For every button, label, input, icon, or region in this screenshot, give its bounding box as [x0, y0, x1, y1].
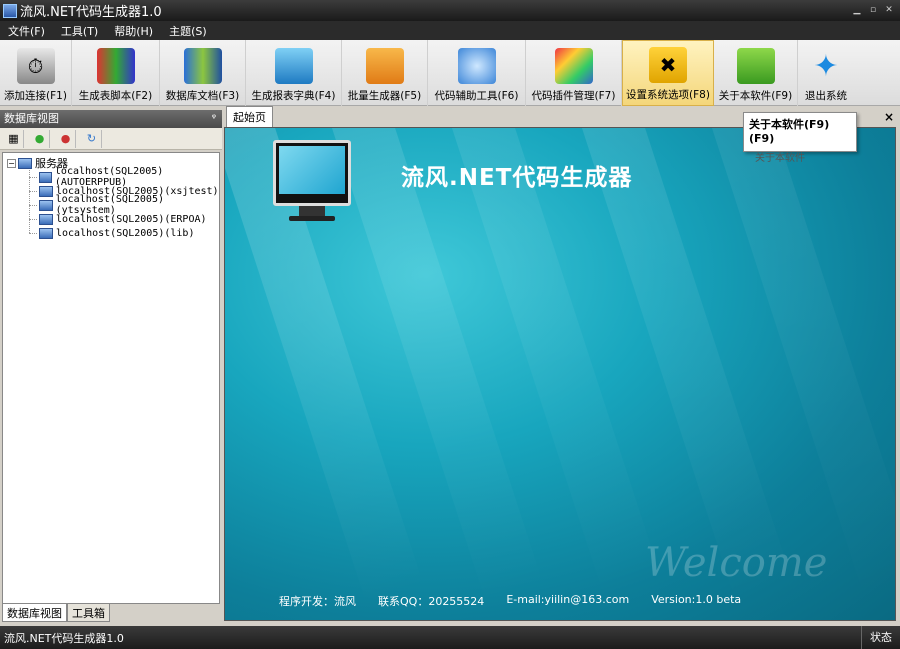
- pin-icon[interactable]: ᵠ: [212, 110, 216, 128]
- books-icon: [183, 48, 222, 84]
- tab-start-page[interactable]: 起始页: [226, 106, 273, 127]
- toolbar-label: 退出系统: [805, 90, 847, 102]
- status-label: 状态: [861, 626, 900, 649]
- left-panel-tabs: 数据库视图 工具箱: [2, 604, 110, 622]
- status-text: 流风.NET代码生成器1.0: [4, 631, 124, 645]
- about-icon: [736, 48, 775, 84]
- system-options-button[interactable]: ✖ 设置系统选项(F8): [622, 40, 714, 106]
- toolbar-label: 数据库文档(F3): [165, 90, 240, 102]
- plugin-manager-button[interactable]: 代码插件管理(F7): [526, 40, 622, 106]
- tree-node-label: localhost(SQL2005)(ERPOA): [56, 213, 207, 225]
- batch-icon: [365, 48, 404, 84]
- remove-icon[interactable]: ●: [56, 129, 76, 148]
- tree-node[interactable]: localhost(SQL2005)(AUTOERPPUB): [3, 166, 219, 188]
- database-icon: [39, 213, 53, 225]
- generate-table-script-button[interactable]: 生成表脚本(F2): [72, 40, 160, 106]
- tab-database-view[interactable]: 数据库视图: [2, 604, 67, 622]
- welcome-page: 流风.NET代码生成器 Welcome 程序开发：流风 联系QQ：2025552…: [224, 127, 896, 621]
- connect-icon: ⏱: [16, 48, 55, 84]
- tree-node-label: localhost(SQL2005)(lib): [56, 227, 195, 239]
- close-tab-icon[interactable]: ×: [884, 110, 894, 124]
- database-icon: [39, 185, 53, 197]
- close-icon[interactable]: ✕: [882, 3, 896, 17]
- welcome-footer: 程序开发：流风 联系QQ：20255524 E-mail:yiilin@163.…: [279, 593, 741, 609]
- exit-icon: ✦: [813, 48, 839, 84]
- toolbar: ⏱ 添加连接(F1) 生成表脚本(F2) 数据库文档(F3) 生成报表字典(F4…: [0, 40, 900, 106]
- document-area: 起始页 × 流风.NET代码生成器 Welcome 程序开发：流风 联系QQ：2…: [224, 106, 900, 622]
- panel-title: 数据库视图: [4, 112, 59, 125]
- database-view-panel: 数据库视图 ᵠ ▦ ● ● ↻ − 服务器 localhost(SQL2005)…: [0, 110, 222, 622]
- menu-help[interactable]: 帮助(H): [106, 23, 161, 39]
- toolbar-label: 设置系统选项(F8): [626, 89, 710, 101]
- database-icon: [39, 171, 52, 183]
- tooltip-body: 关于本软件: [755, 153, 805, 164]
- menu-theme[interactable]: 主题(S): [161, 23, 215, 39]
- about-button[interactable]: 关于本软件(F9): [714, 40, 798, 106]
- report-dictionary-button[interactable]: 生成报表字典(F4): [246, 40, 342, 106]
- toolbar-label: 关于本软件(F9): [718, 90, 793, 102]
- window-title: 流风.NET代码生成器1.0: [20, 5, 162, 20]
- tooltip: 关于本软件(F9) (F9) 关于本软件: [743, 112, 857, 164]
- globe-check-icon: [457, 48, 496, 84]
- monitor-icon: [273, 140, 351, 206]
- toolbar-label: 生成报表字典(F4): [251, 90, 336, 102]
- add-icon[interactable]: ●: [30, 129, 50, 148]
- toolbar-label: 代码插件管理(F7): [531, 90, 616, 102]
- developer-text: 程序开发：流风: [279, 595, 356, 608]
- version-text: Version:1.0 beta: [651, 593, 742, 606]
- panel-header: 数据库视图 ᵠ: [0, 110, 222, 128]
- stack-icon: [274, 48, 313, 84]
- add-connection-button[interactable]: ⏱ 添加连接(F1): [0, 40, 72, 106]
- panel-toolbar: ▦ ● ● ↻: [0, 128, 222, 150]
- app-icon: [3, 3, 17, 18]
- qq-text: 联系QQ：20255524: [378, 595, 485, 608]
- tree-node[interactable]: localhost(SQL2005)(ytsystem): [3, 194, 219, 216]
- refresh-icon[interactable]: ↻: [82, 129, 102, 148]
- toolbar-label: 批量生成器(F5): [347, 90, 422, 102]
- email-text: E-mail:yiilin@163.com: [506, 593, 630, 606]
- tooltip-title: 关于本软件(F9) (F9): [749, 118, 830, 145]
- tree-node[interactable]: localhost(SQL2005)(lib): [3, 226, 219, 240]
- menu-file[interactable]: 文件(F): [0, 23, 53, 39]
- server-group-icon: [18, 157, 32, 169]
- minimize-icon[interactable]: ▁: [850, 3, 864, 17]
- toolbar-label: 添加连接(F1): [4, 90, 67, 102]
- tools-icon: ✖: [649, 47, 687, 83]
- batch-generator-button[interactable]: 批量生成器(F5): [342, 40, 428, 106]
- menu-tools[interactable]: 工具(T): [53, 23, 106, 39]
- menu-bar: 文件(F) 工具(T) 帮助(H) 主题(S): [0, 21, 900, 40]
- db-connect-icon[interactable]: ▦: [4, 129, 24, 148]
- toolbar-label: 代码辅助工具(F6): [434, 90, 519, 102]
- tree-node[interactable]: localhost(SQL2005)(ERPOA): [3, 212, 219, 226]
- welcome-script: Welcome: [645, 540, 828, 586]
- welcome-heading: 流风.NET代码生成器: [401, 165, 633, 191]
- status-bar: 流风.NET代码生成器1.0 状态: [0, 626, 900, 649]
- maximize-icon[interactable]: ▫: [866, 3, 880, 17]
- tab-toolbox[interactable]: 工具箱: [67, 604, 110, 622]
- toolbar-label: 生成表脚本(F2): [78, 90, 153, 102]
- database-icon: [39, 227, 53, 239]
- exit-button[interactable]: ✦ 退出系统: [798, 40, 854, 106]
- binders-icon: [96, 48, 135, 84]
- palette-icon: [554, 48, 593, 84]
- title-bar: 流风.NET代码生成器1.0 ▁ ▫ ✕: [0, 0, 900, 21]
- collapse-icon[interactable]: −: [7, 158, 16, 168]
- server-tree: − 服务器 localhost(SQL2005)(AUTOERPPUB) loc…: [2, 152, 220, 604]
- database-doc-button[interactable]: 数据库文档(F3): [160, 40, 246, 106]
- code-helper-button[interactable]: 代码辅助工具(F6): [428, 40, 526, 106]
- database-icon: [39, 199, 53, 211]
